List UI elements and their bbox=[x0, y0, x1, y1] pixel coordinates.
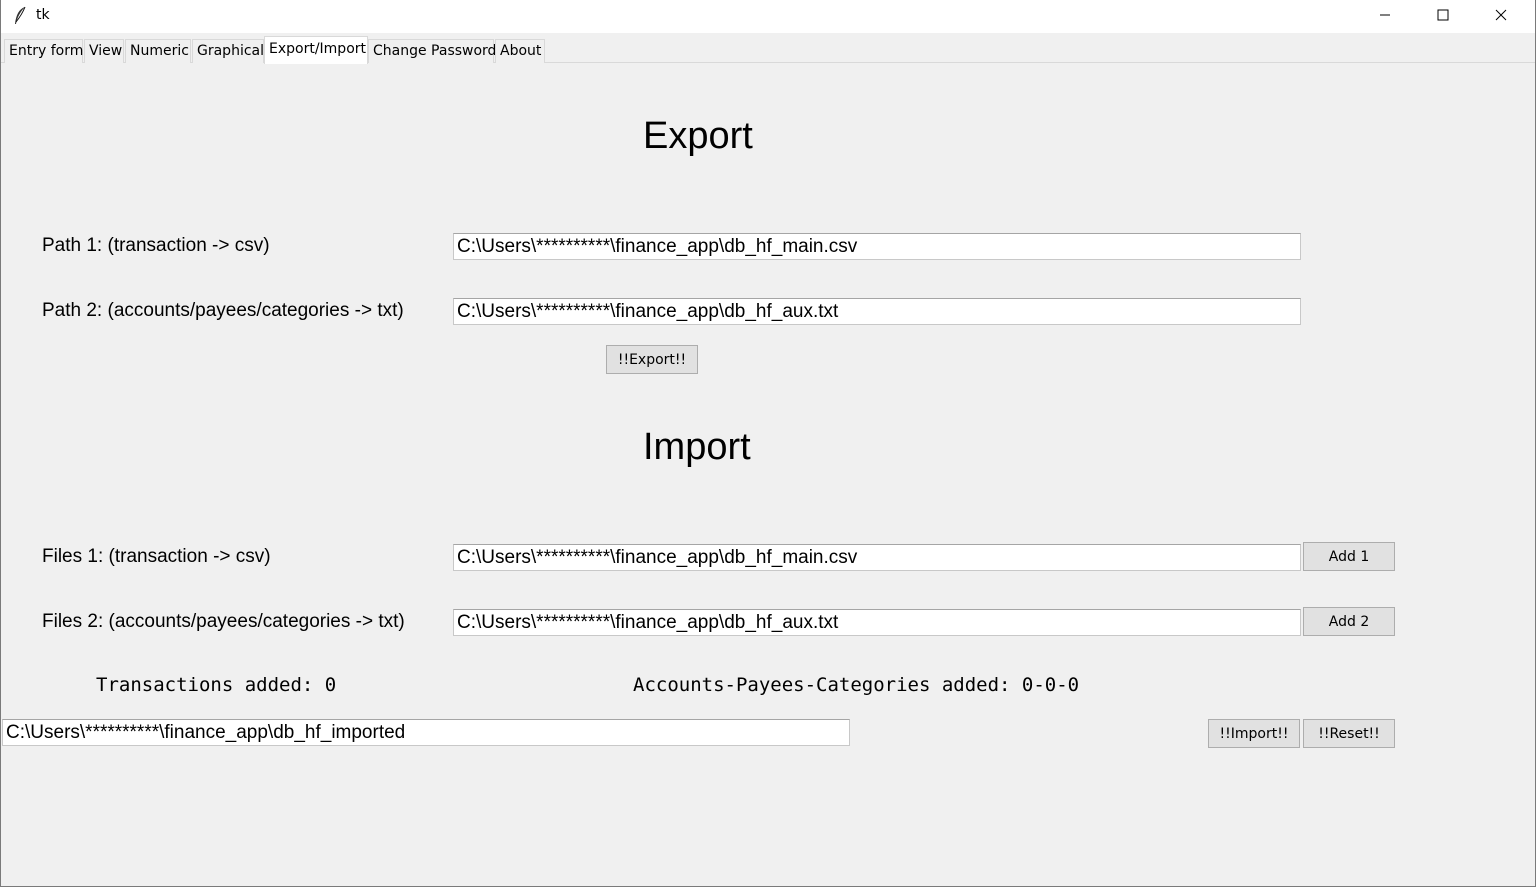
tab-numeric[interactable]: Numeric bbox=[125, 39, 191, 63]
add2-button[interactable]: Add 2 bbox=[1303, 607, 1395, 636]
maximize-icon bbox=[1437, 8, 1449, 26]
transactions-added-label: Transactions added: 0 bbox=[96, 674, 337, 696]
tab-export-import[interactable]: Export/Import bbox=[264, 36, 368, 64]
import-output-path-input[interactable]: C:\Users\**********\finance_app\db_hf_im… bbox=[2, 719, 850, 746]
notebook-tabs: Entry form View Numeric Graphical Export… bbox=[1, 33, 1535, 64]
window-title: tk bbox=[36, 7, 50, 23]
tab-change-password[interactable]: Change Password bbox=[368, 39, 496, 63]
files2-input[interactable]: C:\Users\**********\finance_app\db_hf_au… bbox=[453, 609, 1301, 636]
path1-input[interactable]: C:\Users\**********\finance_app\db_hf_ma… bbox=[453, 233, 1301, 260]
export-heading: Export bbox=[643, 115, 753, 157]
tab-entry-form[interactable]: Entry form bbox=[4, 39, 83, 63]
tab-graphical[interactable]: Graphical bbox=[192, 39, 264, 63]
close-icon bbox=[1495, 8, 1507, 26]
apc-added-label: Accounts-Payees-Categories added: 0-0-0 bbox=[633, 674, 1080, 696]
title-bar[interactable]: tk bbox=[1, 0, 1535, 33]
tab-about[interactable]: About bbox=[495, 39, 545, 63]
import-heading: Import bbox=[643, 426, 751, 468]
import-button[interactable]: !!Import!! bbox=[1208, 719, 1300, 748]
path2-input[interactable]: C:\Users\**********\finance_app\db_hf_au… bbox=[453, 298, 1301, 325]
add1-button[interactable]: Add 1 bbox=[1303, 542, 1395, 571]
feather-icon bbox=[13, 6, 27, 26]
close-button[interactable] bbox=[1472, 0, 1530, 33]
path2-label: Path 2: (accounts/payees/categories -> t… bbox=[42, 300, 404, 321]
maximize-button[interactable] bbox=[1414, 0, 1472, 33]
export-import-panel: Export Path 1: (transaction -> csv) C:\U… bbox=[1, 63, 1535, 887]
minimize-icon bbox=[1379, 8, 1391, 26]
export-button[interactable]: !!Export!! bbox=[606, 345, 698, 374]
reset-button[interactable]: !!Reset!! bbox=[1303, 719, 1395, 748]
minimize-button[interactable] bbox=[1356, 0, 1414, 33]
files1-input[interactable]: C:\Users\**********\finance_app\db_hf_ma… bbox=[453, 544, 1301, 571]
app-window: tk Entry form View Numeric Graphical Exp… bbox=[0, 0, 1536, 887]
path1-label: Path 1: (transaction -> csv) bbox=[42, 235, 270, 256]
tab-view[interactable]: View bbox=[84, 39, 124, 63]
files2-label: Files 2: (accounts/payees/categories -> … bbox=[42, 611, 405, 632]
files1-label: Files 1: (transaction -> csv) bbox=[42, 546, 271, 567]
